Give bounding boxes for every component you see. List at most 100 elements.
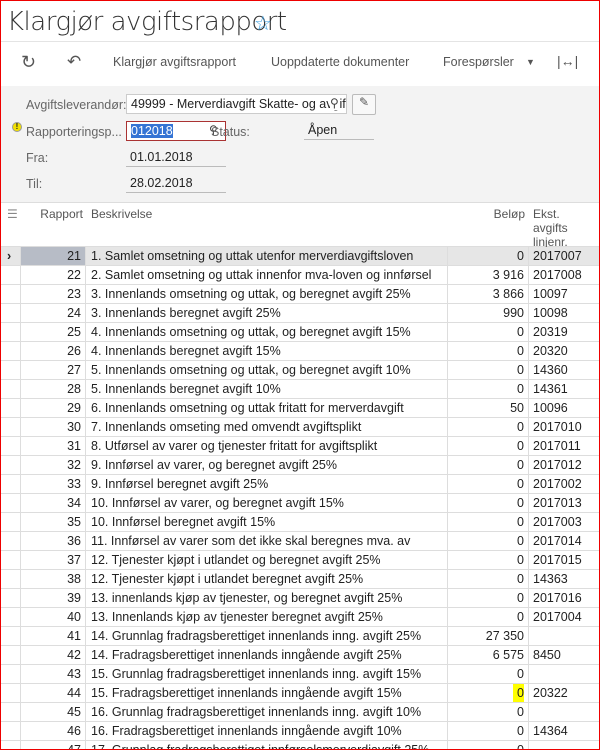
table-row[interactable]: 34 10. Innførsel av varer, og beregnet a… <box>1 494 599 513</box>
cell-report[interactable]: 24 <box>21 304 86 322</box>
unposted-documents-button[interactable]: Uoppdaterte dokumenter <box>271 55 409 69</box>
row-indicator[interactable] <box>1 361 21 379</box>
table-row[interactable]: 29 6. Innenlands omsetning og uttak frit… <box>1 399 599 418</box>
cell-description[interactable]: 13. Innenlands kjøp av tjenester beregne… <box>86 608 448 626</box>
cell-ext-line[interactable]: 10096 <box>529 399 599 417</box>
undo-icon[interactable]: ↶ <box>67 52 81 72</box>
table-row[interactable]: 26 4. Innenlands beregnet avgift 15% 0 2… <box>1 342 599 361</box>
cell-ext-line[interactable]: 2017013 <box>529 494 599 512</box>
cell-amount[interactable]: 0 <box>448 703 529 721</box>
table-row[interactable]: 27 5. Innenlands omsetning og uttak, og … <box>1 361 599 380</box>
row-indicator[interactable] <box>1 456 21 474</box>
table-row[interactable]: 46 16. Fradragsberettiget innenlands inn… <box>1 722 599 741</box>
cell-report[interactable]: 39 <box>21 589 86 607</box>
cell-amount[interactable]: 0 <box>448 437 529 455</box>
cell-amount[interactable]: 0 <box>448 570 529 588</box>
cell-description[interactable]: 15. Grunnlag fradragsberettiget innenlan… <box>86 665 448 683</box>
table-row[interactable]: 31 8. Utførsel av varer og tjenester fri… <box>1 437 599 456</box>
cell-report[interactable]: 28 <box>21 380 86 398</box>
cell-amount[interactable]: 0 <box>448 323 529 341</box>
cell-amount[interactable]: 0 <box>448 722 529 740</box>
cell-ext-line[interactable] <box>529 703 599 721</box>
cell-description[interactable]: 4. Innenlands beregnet avgift 15% <box>86 342 448 360</box>
table-row[interactable]: 41 14. Grunnlag fradragsberettiget innen… <box>1 627 599 646</box>
table-row[interactable]: 42 14. Fradragsberettiget innenlands inn… <box>1 646 599 665</box>
cell-ext-line[interactable] <box>529 665 599 683</box>
cell-report[interactable]: 44 <box>21 684 86 702</box>
cell-description[interactable]: 11. Innførsel av varer som det ikke skal… <box>86 532 448 550</box>
cell-ext-line[interactable]: 14361 <box>529 380 599 398</box>
cell-report[interactable]: 32 <box>21 456 86 474</box>
cell-ext-line[interactable]: 2017004 <box>529 608 599 626</box>
cell-description[interactable]: 1. Samlet omsetning og uttak utenfor mer… <box>86 247 448 265</box>
table-row[interactable]: 25 4. Innenlands omsetning og uttak, og … <box>1 323 599 342</box>
header-report[interactable]: Rapport <box>21 207 83 221</box>
table-row[interactable]: 45 16. Grunnlag fradragsberettiget innen… <box>1 703 599 722</box>
cell-amount[interactable]: 990 <box>448 304 529 322</box>
table-row[interactable]: 24 3. Innenlands beregnet avgift 25% 990… <box>1 304 599 323</box>
cell-report[interactable]: 30 <box>21 418 86 436</box>
cell-description[interactable]: 16. Grunnlag fradragsberettiget innenlan… <box>86 703 448 721</box>
cell-amount[interactable]: 27 350 <box>448 627 529 645</box>
table-row[interactable]: 36 11. Innførsel av varer som det ikke s… <box>1 532 599 551</box>
cell-ext-line[interactable]: 2017010 <box>529 418 599 436</box>
cell-description[interactable]: 14. Grunnlag fradragsberettiget innenlan… <box>86 627 448 645</box>
cell-description[interactable]: 15. Fradragsberettiget innenlands inngåe… <box>86 684 448 702</box>
cell-report[interactable]: 23 <box>21 285 86 303</box>
chevron-down-icon[interactable]: ▼ <box>526 57 535 67</box>
search-icon[interactable]: ⚲ <box>330 96 339 110</box>
table-row[interactable]: 47 17. Grunnlag fradragsberettiget innfø… <box>1 741 599 749</box>
cell-description[interactable]: 9. Innførsel beregnet avgift 25% <box>86 475 448 493</box>
cell-description[interactable]: 12. Tjenester kjøpt i utlandet beregnet … <box>86 570 448 588</box>
cell-amount[interactable]: 0 <box>448 380 529 398</box>
cell-report[interactable]: 37 <box>21 551 86 569</box>
row-indicator[interactable] <box>1 494 21 512</box>
cell-amount[interactable]: 50 <box>448 399 529 417</box>
cell-ext-line[interactable]: 2017003 <box>529 513 599 531</box>
inquiries-menu[interactable]: Forespørsler <box>443 55 514 69</box>
cell-ext-line[interactable]: 2017012 <box>529 456 599 474</box>
cell-report[interactable]: 26 <box>21 342 86 360</box>
vendor-input[interactable]: 49999 - Merverdiavgift Skatte- og avgift… <box>126 94 347 114</box>
cell-report[interactable]: 35 <box>21 513 86 531</box>
cell-ext-line[interactable]: 2017015 <box>529 551 599 569</box>
cell-description[interactable]: 8. Utførsel av varer og tjenester fritat… <box>86 437 448 455</box>
cell-description[interactable]: 12. Tjenester kjøpt i utlandet og beregn… <box>86 551 448 569</box>
cell-amount[interactable]: 0 <box>448 532 529 550</box>
cell-ext-line[interactable]: 14364 <box>529 722 599 740</box>
cell-report[interactable]: 29 <box>21 399 86 417</box>
cell-description[interactable]: 6. Innenlands omsetning og uttak fritatt… <box>86 399 448 417</box>
row-indicator[interactable] <box>1 475 21 493</box>
cell-amount[interactable]: 0 <box>448 361 529 379</box>
cell-ext-line[interactable]: 2017007 <box>529 247 599 265</box>
cell-description[interactable]: 2. Samlet omsetning og uttak innenfor mv… <box>86 266 448 284</box>
table-row[interactable]: 37 12. Tjenester kjøpt i utlandet og ber… <box>1 551 599 570</box>
cell-report[interactable]: 25 <box>21 323 86 341</box>
cell-ext-line[interactable]: 20320 <box>529 342 599 360</box>
cell-report[interactable]: 46 <box>21 722 86 740</box>
table-row[interactable]: 39 13. innenlands kjøp av tjenester, og … <box>1 589 599 608</box>
cell-amount[interactable]: 0 <box>448 418 529 436</box>
cell-report[interactable]: 21 <box>21 247 86 265</box>
cell-amount[interactable]: 0 <box>448 247 529 265</box>
row-indicator[interactable] <box>1 380 21 398</box>
row-indicator[interactable] <box>1 418 21 436</box>
cell-report[interactable]: 41 <box>21 627 86 645</box>
cell-ext-line[interactable]: 2017008 <box>529 266 599 284</box>
row-indicator[interactable] <box>1 684 21 702</box>
table-row[interactable]: 32 9. Innførsel av varer, og beregnet av… <box>1 456 599 475</box>
cell-description[interactable]: 4. Innenlands omsetning og uttak, og ber… <box>86 323 448 341</box>
row-indicator[interactable] <box>1 589 21 607</box>
cell-ext-line[interactable]: 10098 <box>529 304 599 322</box>
cell-amount[interactable]: 0 <box>448 608 529 626</box>
row-indicator[interactable] <box>1 665 21 683</box>
cell-description[interactable]: 5. Innenlands beregnet avgift 10% <box>86 380 448 398</box>
cell-description[interactable]: 13. innenlands kjøp av tjenester, og ber… <box>86 589 448 607</box>
cell-amount[interactable]: 0 <box>448 475 529 493</box>
cell-ext-line[interactable]: 14360 <box>529 361 599 379</box>
header-amount[interactable]: Beløp <box>448 207 525 221</box>
cell-ext-line[interactable]: 10097 <box>529 285 599 303</box>
row-indicator[interactable] <box>1 285 21 303</box>
cell-description[interactable]: 10. Innførsel beregnet avgift 15% <box>86 513 448 531</box>
cell-description[interactable]: 3. Innenlands beregnet avgift 25% <box>86 304 448 322</box>
